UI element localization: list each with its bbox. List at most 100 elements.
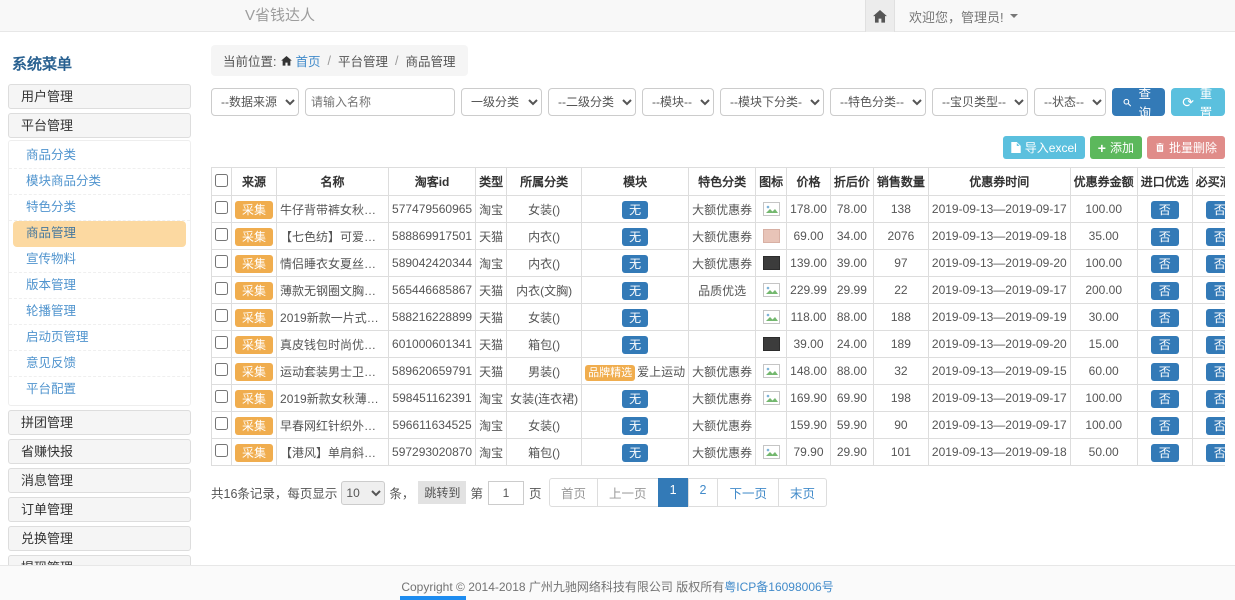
- import-select-toggle[interactable]: 否: [1151, 228, 1179, 246]
- sidebar-panel-提现管理[interactable]: 提现管理: [8, 555, 191, 565]
- sidebar-item-商品分类[interactable]: 商品分类: [9, 143, 190, 169]
- must-buy-toggle[interactable]: 否: [1206, 417, 1225, 435]
- row-checkbox[interactable]: [215, 363, 228, 376]
- add-button[interactable]: + 添加: [1090, 136, 1142, 159]
- import-select-toggle[interactable]: 否: [1151, 363, 1179, 381]
- home-icon: [281, 56, 292, 66]
- import-excel-button[interactable]: 导入excel: [1003, 136, 1085, 159]
- import-select-toggle[interactable]: 否: [1151, 336, 1179, 354]
- sidebar-panel-拼团管理[interactable]: 拼团管理: [8, 410, 191, 435]
- import-select-toggle[interactable]: 否: [1151, 444, 1179, 462]
- type-cell: 淘宝: [476, 412, 507, 439]
- import-select-toggle[interactable]: 否: [1151, 201, 1179, 219]
- must-buy-toggle[interactable]: 否: [1206, 390, 1225, 408]
- level1-category-select[interactable]: 一级分类: [461, 88, 542, 116]
- jump-page-suffix: 页: [529, 483, 542, 502]
- select-all-checkbox[interactable]: [215, 174, 228, 187]
- type-cell: 天猫: [476, 358, 507, 385]
- page-button-下一页[interactable]: 下一页: [717, 478, 779, 507]
- row-checkbox[interactable]: [215, 336, 228, 349]
- row-select-cell: [212, 196, 232, 223]
- must-buy-toggle[interactable]: 否: [1206, 228, 1225, 246]
- level2-category-select[interactable]: --二级分类--: [548, 88, 636, 116]
- sidebar-item-特色分类[interactable]: 特色分类: [9, 195, 190, 221]
- source-cell: 采集: [232, 358, 277, 385]
- source-badge: 采集: [235, 228, 273, 246]
- feature-category-cell: 大额优惠券: [689, 439, 756, 466]
- page-button-上一页[interactable]: 上一页: [597, 478, 659, 507]
- main-content: 当前位置: 首页 / 平台管理 / 商品管理 --数据来源-- 一级分类 --二…: [211, 45, 1225, 565]
- import-select-toggle[interactable]: 否: [1151, 282, 1179, 300]
- module-none-badge: 无: [622, 255, 648, 273]
- page-button-末页[interactable]: 末页: [778, 478, 827, 507]
- import-select-cell: 否: [1137, 223, 1192, 250]
- coupon-amount-cell: 35.00: [1070, 223, 1137, 250]
- must-buy-toggle[interactable]: 否: [1206, 363, 1225, 381]
- taoke-id-cell: 589620659791: [389, 358, 476, 385]
- sidebar-panel-platform[interactable]: 平台管理: [8, 113, 191, 138]
- home-button[interactable]: [865, 0, 895, 32]
- sidebar-item-商品管理[interactable]: 商品管理: [13, 221, 186, 247]
- name-search-input[interactable]: [305, 88, 455, 116]
- sidebar-item-启动页管理[interactable]: 启动页管理: [9, 325, 190, 351]
- import-select-toggle[interactable]: 否: [1151, 390, 1179, 408]
- module-select[interactable]: --模块--: [642, 88, 714, 116]
- sidebar-panel-订单管理[interactable]: 订单管理: [8, 497, 191, 522]
- category-cell: 男装(): [507, 358, 582, 385]
- source-cell: 采集: [232, 304, 277, 331]
- product-name-cell: 【港风】单肩斜跨链条...: [277, 439, 389, 466]
- row-checkbox[interactable]: [215, 444, 228, 457]
- must-buy-toggle[interactable]: 否: [1206, 282, 1225, 300]
- batch-delete-button[interactable]: 批量删除: [1147, 136, 1225, 159]
- sidebar-item-模块商品分类[interactable]: 模块商品分类: [9, 169, 190, 195]
- sidebar-item-意见反馈[interactable]: 意见反馈: [9, 351, 190, 377]
- user-menu[interactable]: 欢迎您，管理员!: [909, 7, 1018, 26]
- search-icon: [1123, 97, 1131, 108]
- row-checkbox[interactable]: [215, 390, 228, 403]
- sidebar-panel-省赚快报[interactable]: 省赚快报: [8, 439, 191, 464]
- import-select-toggle[interactable]: 否: [1151, 309, 1179, 327]
- breadcrumb-home-link[interactable]: 首页: [281, 51, 320, 70]
- page-button-2[interactable]: 2: [688, 478, 719, 507]
- must-buy-toggle[interactable]: 否: [1206, 444, 1225, 462]
- must-buy-cell: 否: [1192, 412, 1225, 439]
- filter-bar: --数据来源-- 一级分类 --二级分类-- --模块-- --模块下分类-- …: [211, 88, 1225, 116]
- sidebar-panel-消息管理[interactable]: 消息管理: [8, 468, 191, 493]
- row-checkbox[interactable]: [215, 417, 228, 430]
- row-checkbox[interactable]: [215, 309, 228, 322]
- module-subcategory-select[interactable]: --模块下分类--: [720, 88, 824, 116]
- page-button-首页[interactable]: 首页: [549, 478, 598, 507]
- jump-to-label: 跳转到: [418, 481, 466, 504]
- must-buy-toggle[interactable]: 否: [1206, 255, 1225, 273]
- data-source-select[interactable]: --数据来源--: [211, 88, 299, 116]
- must-buy-toggle[interactable]: 否: [1206, 309, 1225, 327]
- reset-button[interactable]: ⟳ 重置: [1171, 88, 1225, 116]
- icp-link[interactable]: 粤ICP备16098006号: [724, 580, 833, 594]
- item-type-select[interactable]: --宝贝类型--: [932, 88, 1028, 116]
- price-cell: 79.90: [787, 439, 831, 466]
- type-cell: 淘宝: [476, 250, 507, 277]
- row-checkbox[interactable]: [215, 201, 228, 214]
- row-checkbox[interactable]: [215, 255, 228, 268]
- sidebar-item-平台配置[interactable]: 平台配置: [9, 377, 190, 403]
- must-buy-toggle[interactable]: 否: [1206, 201, 1225, 219]
- import-select-toggle[interactable]: 否: [1151, 417, 1179, 435]
- sidebar-item-轮播管理[interactable]: 轮播管理: [9, 299, 190, 325]
- row-checkbox[interactable]: [215, 282, 228, 295]
- per-page-select[interactable]: 10: [341, 481, 385, 505]
- sidebar-panel-users[interactable]: 用户管理: [8, 84, 191, 109]
- sidebar-item-版本管理[interactable]: 版本管理: [9, 273, 190, 299]
- status-select[interactable]: --状态--: [1034, 88, 1106, 116]
- jump-page-input[interactable]: [488, 481, 524, 505]
- import-select-cell: 否: [1137, 358, 1192, 385]
- coupon-amount-cell: 100.00: [1070, 196, 1137, 223]
- sidebar-item-宣传物料[interactable]: 宣传物料: [9, 247, 190, 273]
- import-select-toggle[interactable]: 否: [1151, 255, 1179, 273]
- feature-category-select[interactable]: --特色分类--: [830, 88, 926, 116]
- sidebar-panel-兑换管理[interactable]: 兑换管理: [8, 526, 191, 551]
- row-checkbox[interactable]: [215, 228, 228, 241]
- row-select-cell: [212, 439, 232, 466]
- search-button[interactable]: 查询: [1112, 88, 1165, 116]
- must-buy-toggle[interactable]: 否: [1206, 336, 1225, 354]
- page-button-1[interactable]: 1: [658, 478, 689, 507]
